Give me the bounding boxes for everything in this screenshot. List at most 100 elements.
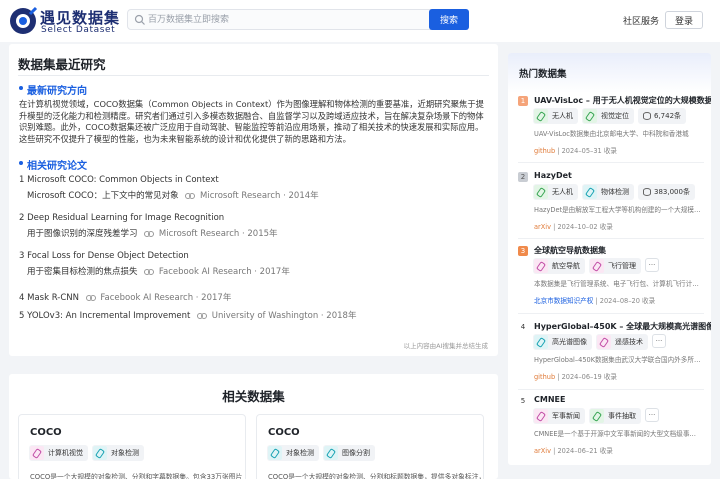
hot-dataset-title[interactable]: HyperGlobal–450K – 全球最大规模高光谱图像数… [534,321,711,332]
rank-badge: 1 [518,96,528,106]
hot-dataset-meta: arXiv | 2024–10–02 收录 [534,223,613,231]
rank-badge: 3 [518,246,528,256]
community-service-link[interactable]: 社区服务 [623,14,659,27]
link-icon [197,312,208,319]
hot-dataset-item[interactable]: 4 HyperGlobal–450K – 全球最大规模高光谱图像数… 高光谱图像… [518,321,711,385]
hot-dataset-title[interactable]: 全球航空导航数据集 [534,245,606,256]
logo-english-name[interactable]: Select Dataset [41,25,115,35]
rank-number: 5 [520,397,526,405]
dataset-source[interactable]: github [534,373,555,381]
hot-dataset-meta: github | 2024–06–19 收录 [534,373,618,381]
paper-item[interactable]: 5 YOLOv3: An Incremental Improvement Uni… [19,309,489,321]
dataset-source[interactable]: arXiv [534,447,551,455]
hot-dataset-meta: arXiv | 2024–06–21 收录 [534,447,613,455]
database-icon [643,112,651,120]
link-icon [144,268,155,275]
search-button[interactable]: 搜索 [429,9,469,30]
tag-icon [590,259,604,273]
paper-meta: University of Washington · 2018年 [211,311,357,321]
hot-dataset-title[interactable]: UAV-VisLoc – 用于无人机视觉定位的大规模数据集 [534,95,711,106]
dataset-tag[interactable]: 对象检测 [267,445,319,461]
search-input[interactable] [148,12,430,28]
dataset-card-title[interactable]: COCO [30,427,62,438]
link-icon [144,230,155,237]
dataset-tag[interactable]: 视觉定位 [582,108,634,124]
paper-item[interactable]: 4 Mask R-CNN Facebook AI Research · 2017… [19,291,489,303]
search-icon [134,14,145,25]
hot-dataset-item[interactable]: 2 HazyDet 无人机 物体检测 383,000条 HazyDet是由解放军… [518,171,706,235]
search-bar: 搜索 [127,9,469,30]
dataset-tag[interactable]: 高光谱图像 [533,334,592,350]
paper-title[interactable]: YOLOv3: An Incremental Improvement [27,311,190,321]
dataset-tag[interactable]: 军事新闻 [533,408,585,424]
related-datasets-title: 相关数据集 [222,389,285,404]
ai-generated-note: 以上内容由AI搜集并总结生成 [403,342,488,350]
dataset-tag[interactable]: 图像分割 [323,445,375,461]
dataset-tag[interactable]: 遥感技术 [596,334,648,350]
dataset-tag[interactable]: 飞行管理 [589,258,641,274]
paper-item[interactable]: 3 Focal Loss for Dense Object Detection … [19,251,489,277]
rank-number: 4 [520,323,526,331]
dataset-card[interactable]: COCO 对象检测 图像分割 COCO是一个大规模的对象检测、分割和标题数据集，… [256,414,486,479]
top-header: 遇见数据集 Select Dataset 搜索 社区服务 登录 [0,0,720,42]
tag-icon [30,446,44,460]
hot-dataset-description: UAV-VisLoc数据集由北京邮电大学、中科院和香港城 [534,130,689,138]
hot-dataset-tags: 航空导航 飞行管理 ··· [533,258,659,274]
more-dots-icon[interactable]: ··· [645,258,659,272]
hot-dataset-description: 本数据集是飞行管理系统、电子飞行包、计算机飞行计… [534,280,699,288]
dataset-tag[interactable]: 计算机视觉 [29,445,88,461]
link-icon [85,294,96,301]
dataset-tag[interactable]: 事件抽取 [589,408,641,424]
research-summary-paragraph: 在计算机视觉领域，COCO数据集（Common Objects in Conte… [19,99,484,144]
more-dots-icon[interactable]: ··· [652,334,666,348]
select-dataset-logo[interactable] [8,6,38,36]
login-button[interactable]: 登录 [665,11,703,29]
paper-meta: Microsoft Research · 2014年 [200,191,319,201]
related-datasets-panel: 相关数据集 COCO 计算机视觉 对象检测 COCO是一个大规模的对象检测、分割… [9,374,498,479]
dataset-tag[interactable]: 无人机 [533,184,578,200]
hot-dataset-tags: 无人机 物体检测 383,000条 [533,184,695,200]
dataset-size: 383,000条 [638,184,695,200]
divider [518,389,704,390]
hot-dataset-item[interactable]: 5 CMNEE 军事新闻 事件抽取 ··· CMNEE是一个基于开源中文军事新闻… [518,395,706,459]
hot-dataset-description: CMNEE是一个基于开源中文军事新闻的大型文档级事… [534,430,697,438]
hot-dataset-item[interactable]: 1 UAV-VisLoc – 用于无人机视觉定位的大规模数据集 无人机 视觉定位… [518,95,711,159]
dataset-source[interactable]: arXiv [534,223,551,231]
dataset-card[interactable]: COCO 计算机视觉 对象检测 COCO是一个大规模的对象检测、分割和字幕数据集… [18,414,246,479]
tag-icon [597,335,611,349]
recent-research-panel: 数据集最近研究 最新研究方向 在计算机视觉领域，COCO数据集（Common O… [9,44,498,356]
hot-dataset-title[interactable]: HazyDet [534,171,572,180]
dataset-tag[interactable]: 航空导航 [533,258,585,274]
paper-translation: Microsoft COCO：上下文中的常见对象 Microsoft Resea… [27,191,319,201]
dataset-source[interactable]: 北京市数据知识产权 [534,297,593,305]
dataset-size: 6,742条 [638,108,687,124]
rank-badge: 2 [518,172,528,182]
dataset-tag[interactable]: 无人机 [533,108,578,124]
paper-item[interactable]: 2 Deep Residual Learning for Image Recog… [19,213,489,239]
dataset-tags: 对象检测 图像分割 [267,445,375,461]
hot-dataset-meta: 北京市数据知识产权 | 2024–08–20 收录 [534,297,656,305]
divider [18,75,489,76]
hot-dataset-description: HyperGlobal–450K数据集由武汉大学联合国内外多所… [534,356,701,364]
paper-title[interactable]: Mask R-CNN [27,293,79,303]
divider [518,238,704,239]
tag-icon [534,335,548,349]
dataset-card-description: COCO是一个大规模的对象检测、分割和字幕数据集。包含33万张图片 [30,473,243,479]
divider [518,313,704,314]
hot-dataset-meta: github | 2024–05–31 收录 [534,147,618,155]
dataset-card-title[interactable]: COCO [268,427,300,438]
dataset-source[interactable]: github [534,147,555,155]
divider [518,162,704,163]
dataset-tag[interactable]: 物体检测 [582,184,634,200]
paper-title[interactable]: Deep Residual Learning for Image Recogni… [27,213,224,223]
paper-title[interactable]: Microsoft COCO: Common Objects in Contex… [27,175,219,185]
hot-dataset-item[interactable]: 3 全球航空导航数据集 航空导航 飞行管理 ··· 本数据集是飞行管理系统、电子… [518,245,706,309]
paper-title[interactable]: Focal Loss for Dense Object Detection [27,251,189,261]
more-dots-icon[interactable]: ··· [645,408,659,422]
dataset-tag[interactable]: 对象检测 [92,445,144,461]
paper-meta: Facebook AI Research · 2017年 [158,267,290,277]
paper-item[interactable]: 1 Microsoft COCO: Common Objects in Cont… [19,175,489,201]
hot-dataset-title[interactable]: CMNEE [534,395,565,404]
dataset-card-description: COCO是一个大规模的对象检测、分割和标题数据集，提供多对象标注， [268,473,486,479]
database-icon [643,188,651,196]
